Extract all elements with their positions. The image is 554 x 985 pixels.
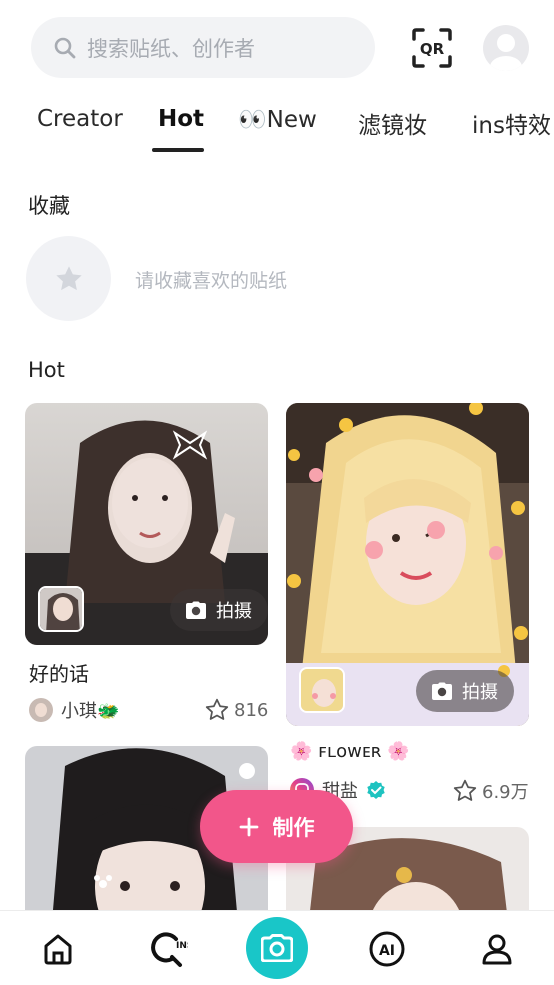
category-tabs: Creator Hot 👀New 滤镜妆 ins特效: [0, 100, 554, 158]
search-placeholder: 搜索贴纸、创作者: [87, 36, 255, 61]
search-input[interactable]: 搜索贴纸、创作者: [31, 17, 375, 78]
favorite-count-value: 6.9万: [482, 782, 529, 803]
create-label: 制作: [272, 815, 315, 840]
favorites-title: 收藏: [28, 194, 70, 218]
favorite-count[interactable]: 6.9万: [452, 778, 529, 804]
shoot-button[interactable]: 拍摄: [170, 589, 268, 631]
verified-badge-icon: [367, 781, 385, 799]
sticker-card-image[interactable]: 拍摄: [25, 403, 268, 645]
favorites-hint: 请收藏喜欢的贴纸: [135, 270, 288, 292]
favorite-count-value: 816: [234, 699, 269, 721]
camera-icon: [432, 682, 452, 700]
sticker-thumbnail: [299, 667, 345, 713]
creator-link[interactable]: 小琪🐲: [29, 697, 119, 723]
qr-label: QR: [420, 40, 445, 58]
creator-avatar: [29, 698, 53, 722]
favorites-placeholder[interactable]: [26, 236, 111, 321]
bottom-navigation: INS AI: [0, 910, 554, 985]
nav-ai[interactable]: AI: [365, 927, 409, 971]
camera-icon: [186, 601, 206, 619]
nav-ins-search[interactable]: INS: [146, 927, 190, 971]
nav-home[interactable]: [36, 927, 80, 971]
ins-search-icon: INS: [151, 932, 188, 967]
svg-text:AI: AI: [379, 943, 395, 959]
search-icon: [54, 37, 76, 58]
camera-icon: [261, 934, 293, 962]
active-tab-indicator: [152, 148, 204, 152]
sticker-thumbnail: [38, 586, 84, 632]
star-outline-icon: [205, 698, 229, 720]
sticker-card-image[interactable]: 拍摄: [286, 403, 529, 726]
nav-camera[interactable]: [246, 917, 308, 979]
qr-scan-button[interactable]: QR: [410, 26, 454, 70]
qr-scan-icon: QR: [412, 28, 452, 68]
user-avatar[interactable]: [483, 25, 529, 71]
tab-creator[interactable]: Creator: [37, 106, 123, 132]
tab-filter-makeup[interactable]: 滤镜妆: [358, 106, 427, 140]
tab-ins-effects[interactable]: ins特效: [472, 106, 551, 140]
creator-name: 小琪🐲: [61, 701, 120, 722]
star-outline-icon: [453, 779, 477, 801]
svg-text:INS: INS: [176, 941, 188, 951]
sticker-title: 好的话: [29, 662, 89, 686]
shoot-label: 拍摄: [462, 682, 498, 703]
favorite-count[interactable]: 816: [204, 697, 268, 723]
plus-icon: [239, 817, 258, 836]
shoot-label: 拍摄: [216, 601, 252, 622]
tab-hot[interactable]: Hot: [158, 106, 204, 132]
ai-icon: AI: [369, 931, 405, 967]
star-icon: [55, 265, 82, 290]
create-button[interactable]: 制作: [200, 790, 353, 863]
hot-section-title: Hot: [28, 358, 65, 382]
nav-profile[interactable]: [475, 927, 519, 971]
tab-new[interactable]: 👀New: [238, 106, 317, 133]
home-icon: [44, 934, 72, 965]
default-avatar-icon: [490, 34, 522, 71]
shoot-button[interactable]: 拍摄: [416, 670, 514, 712]
sticker-title: 🌸 ꜰʟᴏᴡᴇʀ 🌸: [290, 741, 410, 762]
profile-icon: [482, 934, 512, 965]
